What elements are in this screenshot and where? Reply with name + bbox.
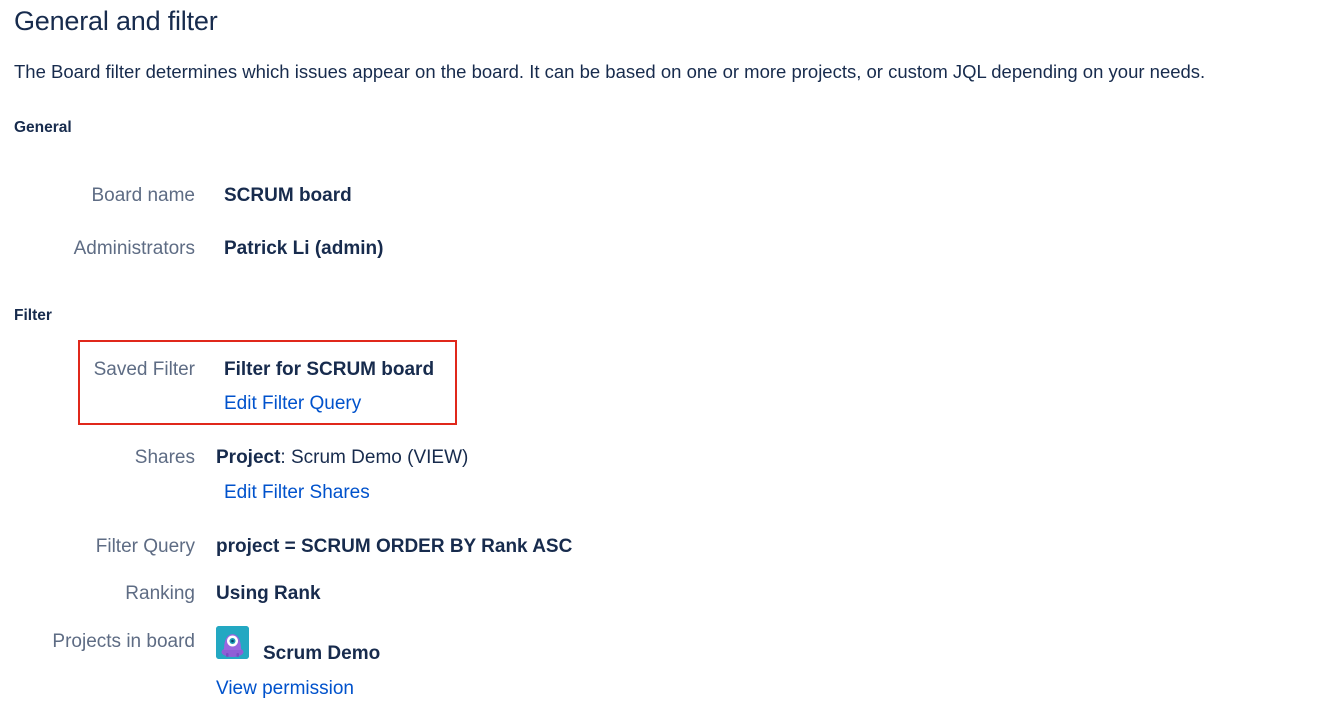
filter-query-value: project = SCRUM ORDER BY Rank ASC xyxy=(216,536,573,557)
board-name-value: SCRUM board xyxy=(224,185,352,206)
administrators-value: Patrick Li (admin) xyxy=(224,238,384,259)
general-heading: General xyxy=(14,119,72,136)
ranking-value: Using Rank xyxy=(216,583,321,604)
saved-filter-label: Saved Filter xyxy=(93,359,195,380)
ranking-label: Ranking xyxy=(125,583,195,604)
view-permission-link[interactable]: View permission xyxy=(216,678,354,700)
page-title: General and filter xyxy=(14,6,218,36)
project-avatar-icon xyxy=(216,626,249,659)
projects-in-board-label: Projects in board xyxy=(52,631,195,652)
page-description: The Board filter determines which issues… xyxy=(14,61,1206,82)
filter-query-label: Filter Query xyxy=(95,536,195,557)
shares-label: Shares xyxy=(134,447,195,468)
shares-value: Project: Scrum Demo (VIEW) xyxy=(216,447,468,469)
project-name[interactable]: Scrum Demo xyxy=(263,643,380,665)
shares-prefix: Project xyxy=(216,447,281,468)
edit-filter-query-link[interactable]: Edit Filter Query xyxy=(224,393,361,415)
board-name-label: Board name xyxy=(91,185,195,206)
shares-text: : Scrum Demo (VIEW) xyxy=(280,447,469,468)
filter-heading: Filter xyxy=(14,307,52,324)
edit-filter-shares-link[interactable]: Edit Filter Shares xyxy=(224,482,370,504)
administrators-label: Administrators xyxy=(73,238,195,259)
saved-filter-value: Filter for SCRUM board xyxy=(224,359,435,380)
